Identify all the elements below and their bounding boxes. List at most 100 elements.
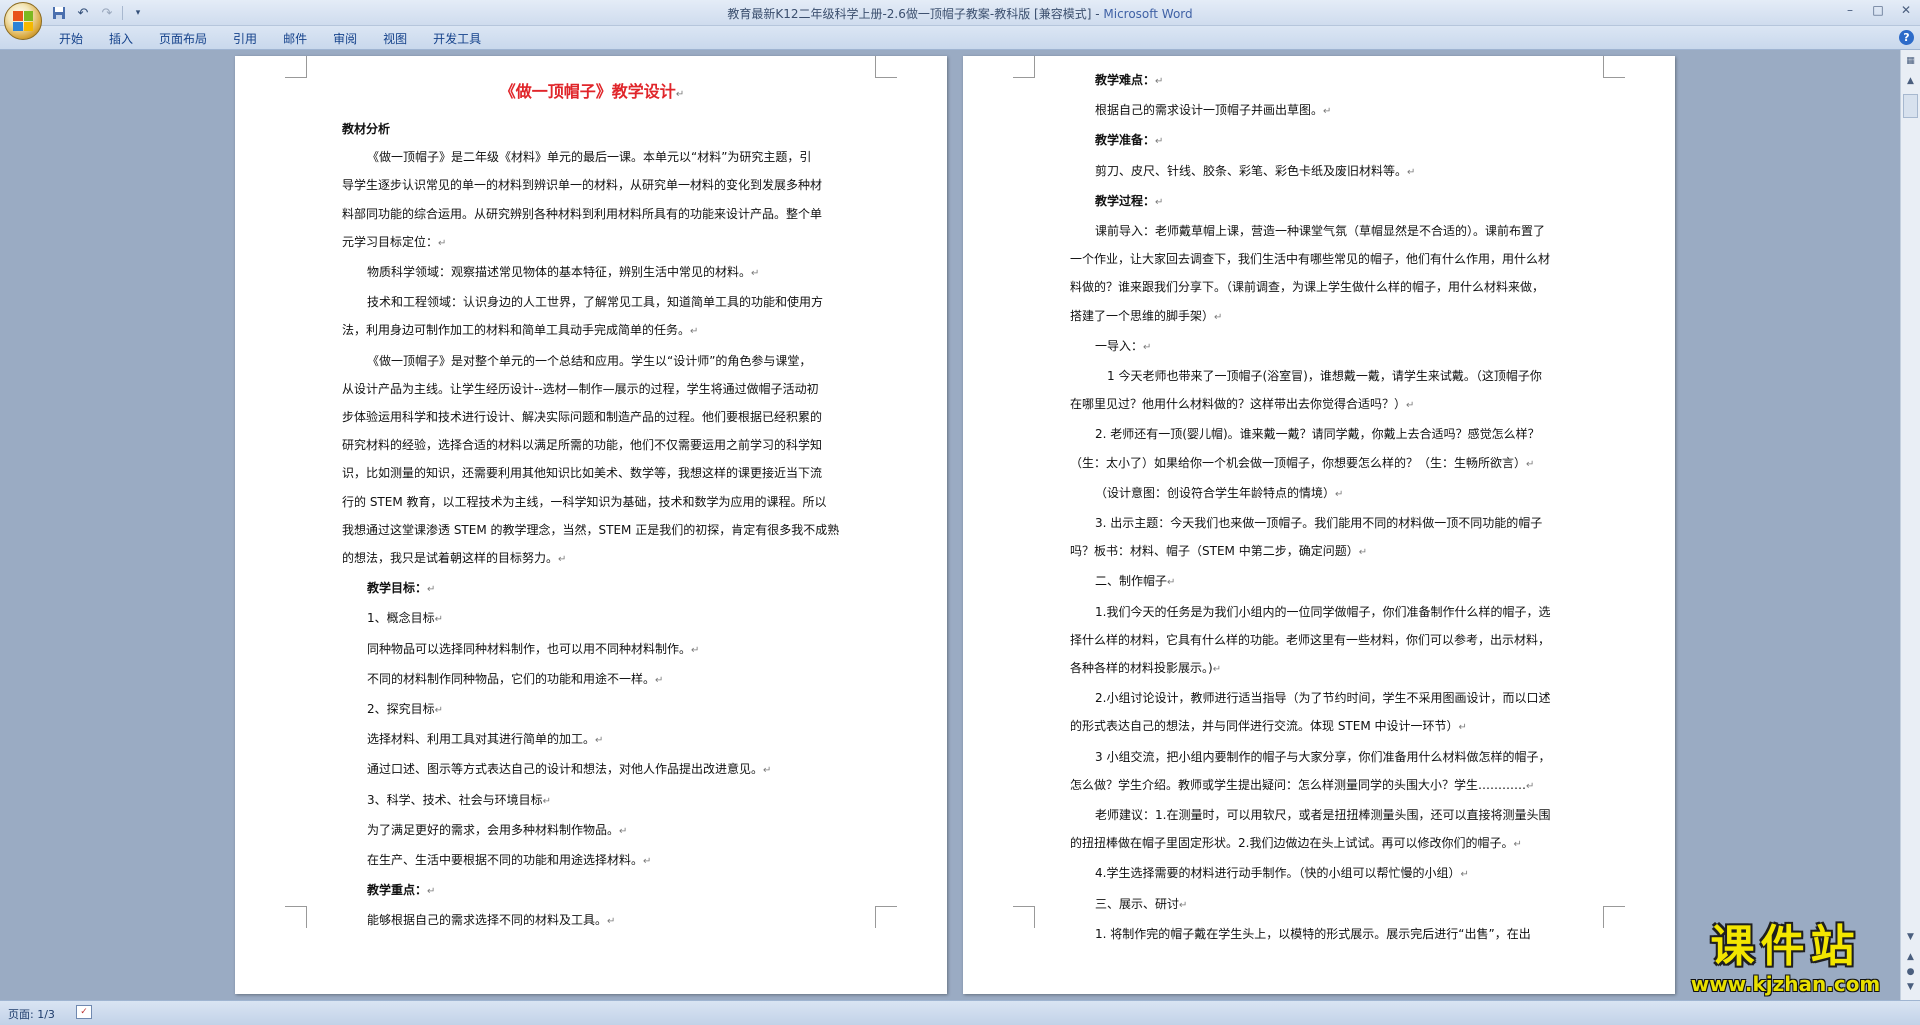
tab-home[interactable]: 开始 (46, 30, 96, 48)
vertical-scrollbar[interactable]: ▦ ▲ ▼ ▲ ● ▼ (1900, 50, 1920, 1000)
line-text: 为了满足更好的需求，会用多种材料制作物品。 (367, 822, 620, 837)
line-text: （生：太小了）如果给你一个机会做一顶帽子，你想要怎么样的？（生：生畅所欲言） (1070, 455, 1527, 470)
line-text: 2.小组讨论设计，教师进行适当指导（为了节约时间，学生不采用图画设计，而以口述 (1095, 691, 1551, 706)
line-text: 3. 出示主题：今天我们也来做一顶帽子。我们能用不同的材料做一顶不同功能的帽子 (1095, 516, 1543, 531)
help-icon[interactable]: ? (1899, 30, 1914, 45)
paragraph-line: 技术和工程领域：认识身边的人工世界，了解常见工具，知道简单工具的功能和使用方 (342, 288, 842, 316)
paragraph-line: 3、科学、技术、社会与环境目标↵ (342, 786, 842, 816)
line-text: 选择材料、利用工具对其进行简单的加工。 (367, 732, 596, 747)
paragraph-line: 搭建了一个思维的脚手架）↵ (1070, 302, 1570, 332)
paragraph-mark-icon: ↵ (1155, 196, 1164, 208)
scroll-down-icon[interactable]: ▼ (1903, 930, 1918, 945)
line-text: 的形式表达自己的想法，并与同伴进行交流。体现 STEM 中设计一环节） (1070, 719, 1459, 734)
tab-page-layout[interactable]: 页面布局 (146, 30, 220, 48)
section-heading: 教学难点：↵ (1070, 66, 1570, 96)
paragraph-line: 剪刀、皮尺、针线、胶条、彩笔、彩色卡纸及废旧材料等。↵ (1070, 157, 1570, 187)
line-text: 4.学生选择需要的材料进行动手制作。（快的小组可以帮忙慢的小组） (1095, 866, 1461, 881)
paragraph-line: 各种各样的材料投影展示。)↵ (1070, 654, 1570, 684)
paragraph-mark-icon: ↵ (1458, 722, 1467, 734)
paragraph-mark-icon: ↵ (1167, 577, 1176, 589)
line-text: 择什么样的材料，它具有什么样的功能。老师这里有一些材料，你们可以参考，出示材料， (1070, 632, 1551, 647)
document-page-2[interactable]: 教学难点：↵ 根据自己的需求设计一顶帽子并画出草图。↵ 教学准备： ↵ 剪刀、皮尺、针线… (963, 56, 1675, 994)
paragraph-line: （设计意图：创设符合学生年龄特点的情境）↵ (1070, 479, 1570, 509)
paragraph-mark-icon: ↵ (1526, 458, 1535, 470)
line-text: 研究材料的经验，选择合适的材料以满足所需的功能，他们不仅需要运用之前学习的科学知 (342, 438, 823, 453)
minimize-icon[interactable]: – (1836, 0, 1864, 20)
line-text: 教学准备： (1095, 133, 1156, 148)
title-bar: ↶ ↷ ▾ 教育最新K12二年级科学上册-2.6做一顶帽子教案-教科版 [兼容模… (0, 0, 1920, 40)
paragraph-mark-icon: ↵ (751, 268, 760, 280)
paragraph-line: 物质科学领域：观察描述常见物体的基本特征，辨别生活中常见的材料。↵ (342, 258, 842, 288)
previous-page-icon[interactable]: ▲ (1903, 950, 1918, 965)
line-text: 1 今天老师也带来了一顶帽子(浴室冒)，谁想戴一戴，请学生来试戴。（这顶帽子你 (1107, 369, 1542, 384)
scroll-up-icon[interactable]: ▲ (1903, 74, 1918, 89)
tab-mailings[interactable]: 邮件 (270, 30, 320, 48)
line-text: 1. 将制作完的帽子戴在学生头上，以模特的形式展示。展示完后进行“出售”，在出 (1095, 926, 1531, 941)
ruler-toggle-icon[interactable]: ▦ (1903, 54, 1918, 69)
paragraph-line: 一导入：↵ (1070, 332, 1570, 362)
page-count[interactable]: 页面: 1/3 (8, 1006, 55, 1022)
document-workspace[interactable]: 《做一顶帽子》教学设计↵ 教材分析 《做一顶帽子》是二年级《材料》单元的最后一课。… (0, 50, 1900, 1000)
paragraph-line: 1.我们今天的任务是为我们小组内的一位同学做帽子，你们准备制作什么样的帽子，选 (1070, 598, 1570, 626)
tab-view[interactable]: 视图 (370, 30, 420, 48)
line-text: 识，比如测量的知识，还需要利用其他知识比如美术、数学等，我想这样的课更接近当下流 (342, 466, 823, 481)
line-text: 料做的？谁来跟我们分享下。（课前调查，为课上学生做什么样的帽子，用什么材料来做， (1070, 280, 1545, 295)
line-text: 的扭扭棒做在帽子里固定形状。2.我们边做边在头上试试。再可以修改你们的帽子。 (1070, 836, 1514, 851)
document-page-1[interactable]: 《做一顶帽子》教学设计↵ 教材分析 《做一顶帽子》是二年级《材料》单元的最后一课。… (235, 56, 947, 994)
line-text: 我想通过这堂课渗透 STEM 的教学理念，当然，STEM 正是我们的初探，肯定有… (342, 522, 840, 537)
paragraph-mark-icon: ↵ (1214, 311, 1223, 323)
scroll-thumb[interactable] (1903, 94, 1918, 118)
crop-mark (875, 56, 897, 78)
paragraph-mark-icon: ↵ (1406, 400, 1415, 412)
ribbon-tab-bar: 开始 插入 页面布局 引用 邮件 审阅 视图 开发工具 ? (0, 26, 1920, 50)
page-1-text[interactable]: 《做一顶帽子》教学设计↵ 教材分析 《做一顶帽子》是二年级《材料》单元的最后一课。… (342, 76, 842, 937)
line-text: 行的 STEM 教育，以工程技术为主线，一科学知识为基础，技术和数学为应用的课程… (342, 494, 827, 509)
paragraph-line: 根据自己的需求设计一顶帽子并画出草图。↵ (1070, 96, 1570, 126)
line-text: 1、概念目标 (367, 611, 435, 626)
paragraph-mark-icon: ↵ (619, 825, 628, 837)
page-2-text[interactable]: 教学难点：↵ 根据自己的需求设计一顶帽子并画出草图。↵ 教学准备： ↵ 剪刀、皮尺、针线… (1070, 66, 1570, 948)
paragraph-line: 老师建议：1.在测量时，可以用软尺，或者是扭扭棒测量头围，还可以直接将测量头围 (1070, 801, 1570, 829)
paragraph-mark-icon: ↵ (691, 644, 700, 656)
line-text: 教材分析 (342, 122, 391, 136)
line-text: 同种物品可以选择同种材料制作，也可以用不同种材料制作。 (367, 641, 692, 656)
proofing-icon[interactable]: ✓ (76, 1005, 92, 1019)
line-text: 法，利用身边可制作加工的材料和简单工具动手完成简单的任务。 (342, 323, 691, 338)
tab-review[interactable]: 审阅 (320, 30, 370, 48)
restore-icon[interactable]: □ (1864, 0, 1892, 20)
line-text: 1.我们今天的任务是为我们小组内的一位同学做帽子，你们准备制作什么样的帽子，选 (1095, 604, 1551, 619)
close-icon[interactable]: ✕ (1892, 0, 1920, 20)
paragraph-mark-icon: ↵ (438, 237, 447, 249)
office-button[interactable] (4, 2, 42, 40)
window-title: 教育最新K12二年级科学上册-2.6做一顶帽子教案-教科版 [兼容模式] - M… (0, 5, 1920, 22)
line-text: 教学过程： (1095, 193, 1156, 208)
paragraph-mark-icon: ↵ (1212, 664, 1222, 676)
paragraph-mark-icon: ↵ (434, 614, 444, 626)
line-text: 教学重点： (367, 883, 428, 898)
paragraph-mark-icon: ↵ (595, 735, 604, 747)
tab-references[interactable]: 引用 (220, 30, 270, 48)
paragraph-mark-icon: ↵ (643, 856, 652, 868)
line-text: 技术和工程领域：认识身边的人工世界，了解常见工具，知道简单工具的功能和使用方 (367, 295, 824, 310)
line-text: 从设计产品为主线。让学生经历设计--选材—制作—展示的过程，学生将通过做帽子活动… (342, 381, 819, 396)
paragraph-line: 4.学生选择需要的材料进行动手制作。（快的小组可以帮忙慢的小组）↵ (1070, 859, 1570, 889)
select-browse-object-icon[interactable]: ● (1903, 965, 1918, 980)
paragraph-mark-icon: ↵ (1526, 780, 1535, 792)
next-page-icon[interactable]: ▼ (1903, 980, 1918, 995)
watermark-url: www.kjzhan.com (1690, 972, 1881, 996)
app-name: Microsoft Word (1103, 7, 1193, 21)
paragraph-mark-icon: ↵ (1155, 76, 1164, 87)
paragraph-line: 3 小组交流，把小组内要制作的帽子与大家分享，你们准备用什么材料做怎样的帽子， (1070, 743, 1570, 771)
tab-insert[interactable]: 插入 (96, 30, 146, 48)
paragraph-mark-icon: ↵ (427, 886, 436, 898)
paragraph-line: 2、探究目标↵ (342, 695, 842, 725)
paragraph-mark-icon: ↵ (558, 554, 567, 566)
paragraph-mark-icon: ↵ (1179, 899, 1188, 911)
paragraph-mark-icon: ↵ (763, 765, 772, 777)
paragraph-line: 2.小组讨论设计，教师进行适当指导（为了节约时间，学生不采用图画设计，而以口述 (1070, 684, 1570, 712)
paragraph-line: 不同的材料制作同种物品，它们的功能和用途不一样。↵ (342, 665, 842, 695)
paragraph-mark-icon: ↵ (690, 326, 699, 338)
line-text: 通过口述、图示等方式表达自己的设计和想法，对他人作品提出改进意见。 (367, 762, 764, 777)
tab-developer[interactable]: 开发工具 (420, 30, 494, 48)
crop-mark (1013, 56, 1035, 78)
